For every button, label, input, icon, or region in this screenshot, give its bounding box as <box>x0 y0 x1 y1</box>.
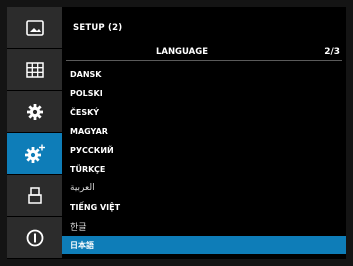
language-option-turkce[interactable]: TÜRKÇE <box>62 160 346 178</box>
section-header: LANGUAGE 2/3 <box>62 47 346 61</box>
image-icon <box>25 19 44 36</box>
grid-icon <box>25 61 44 78</box>
language-option-polski[interactable]: POLSKI <box>62 84 346 102</box>
language-option-korean[interactable]: 한글 <box>62 217 346 235</box>
sidebar-item-playback[interactable] <box>7 7 62 49</box>
gear-icon <box>26 103 43 120</box>
language-option-russian[interactable]: РУССКИЙ <box>62 141 346 159</box>
sidebar-item-print[interactable] <box>7 175 62 217</box>
language-option-japanese[interactable]: 日本語 <box>62 236 346 254</box>
language-option-arabic[interactable]: العربية <box>62 179 346 197</box>
section-title: LANGUAGE <box>155 47 209 57</box>
divider <box>66 60 342 61</box>
language-option-dansk[interactable]: DANSK <box>62 65 346 83</box>
sidebar-item-setup-1[interactable] <box>7 91 62 133</box>
page-title: SETUP (2) <box>73 23 123 33</box>
language-option-magyar[interactable]: MAGYAR <box>62 122 346 140</box>
sidebar-item-shooting[interactable] <box>7 49 62 91</box>
gear-plus-icon <box>24 144 45 163</box>
language-option-cesky[interactable]: ČESKÝ <box>62 103 346 121</box>
language-option-vietnamese[interactable]: TIẾNG VIỆT <box>62 198 346 216</box>
info-icon <box>26 229 43 246</box>
page-indicator: 2/3 <box>324 47 340 57</box>
print-icon <box>27 186 42 204</box>
sidebar-item-setup-2[interactable] <box>7 133 62 175</box>
sidebar-item-info[interactable] <box>7 217 62 259</box>
setup-panel: SETUP (2) LANGUAGE 2/3 DANSK POLSKI ČESK… <box>62 7 346 259</box>
menu-sidebar <box>7 7 62 259</box>
